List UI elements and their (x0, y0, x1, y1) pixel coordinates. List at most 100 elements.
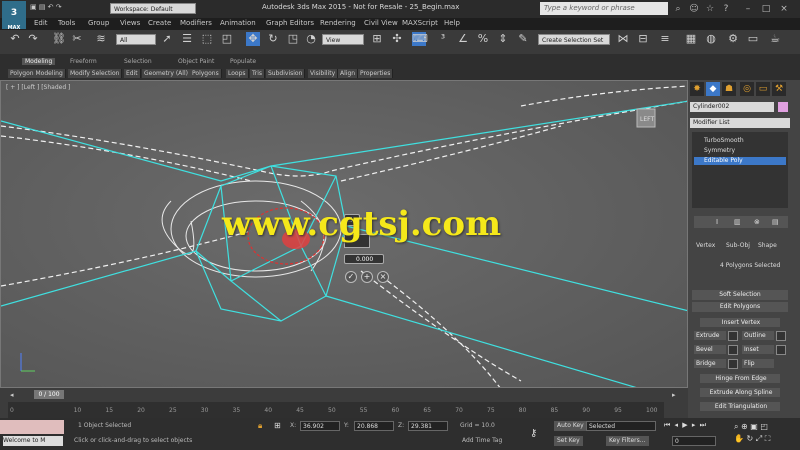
modifier-list-dropdown[interactable]: Modifier List (690, 118, 790, 128)
insert-vertex-button[interactable]: Insert Vertex (700, 318, 780, 327)
mirror-icon[interactable]: ⋈ (616, 32, 630, 46)
display-tab-icon[interactable]: ▭ (756, 82, 770, 96)
viewport-label[interactable]: [ + ] [Left ] [Shaded ] (6, 84, 70, 91)
subtab-tris[interactable]: Tris (250, 69, 266, 78)
menu-create[interactable]: Create (148, 19, 171, 27)
align-icon[interactable]: ⊟ (636, 32, 650, 46)
show-end-result-icon[interactable]: ▥ (734, 218, 741, 226)
menu-rendering[interactable]: Rendering (320, 19, 356, 27)
timeline-next-icon[interactable]: ▸ (672, 391, 676, 399)
menu-civil-view[interactable]: Civil View (364, 19, 398, 27)
scene-explorer-icon[interactable]: ▦ (684, 32, 698, 46)
edit-named-sets-icon[interactable]: ✎ (516, 32, 530, 46)
motion-tab-icon[interactable]: ◎ (740, 82, 754, 96)
selection-filter-dropdown[interactable]: All (116, 34, 156, 45)
current-frame-field[interactable]: 0 (672, 436, 716, 446)
object-color-swatch[interactable] (778, 102, 788, 112)
hierarchy-tab-icon[interactable]: ☗ (722, 82, 736, 96)
menu-graph-editors[interactable]: Graph Editors (266, 19, 314, 27)
soft-selection-rollout[interactable]: Soft Selection (692, 290, 788, 300)
caddy-amount-field[interactable]: 0.000 (344, 254, 384, 264)
binoculars-icon[interactable]: ⌕ (672, 3, 684, 15)
pivot-icon[interactable]: ⊞ (370, 32, 384, 46)
ribbon-tab-freeform[interactable]: Freeform (70, 58, 97, 65)
extrude-along-spline-button[interactable]: Extrude Along Spline (700, 388, 780, 397)
angle-snap-icon[interactable]: ∠ (456, 32, 470, 46)
move-icon[interactable]: ✥ (246, 32, 260, 46)
hinge-from-edge-button[interactable]: Hinge From Edge (700, 374, 780, 383)
menu-views[interactable]: Views (120, 19, 140, 27)
outline-button[interactable]: Outline (742, 331, 774, 340)
auto-key-button[interactable]: Auto Key (554, 421, 587, 431)
subtab-properties[interactable]: Properties (358, 69, 394, 78)
pin-stack-icon[interactable]: Ⅰ (716, 218, 718, 226)
subtab-edit[interactable]: Edit (124, 69, 141, 78)
undo-icon[interactable]: ↶ (8, 32, 22, 46)
render-frame-icon[interactable]: ▭ (746, 32, 760, 46)
subtab-loops[interactable]: Loops (226, 69, 249, 78)
keyboard-shortcut-icon[interactable]: ⌨ (412, 32, 428, 46)
caddy-apply-icon[interactable]: + (361, 271, 373, 283)
help-icon[interactable]: ? (720, 3, 732, 15)
viewport-nav-controls[interactable]: ⌕ ⊕ ▣ ◰ ✋ ↻ ⤢ ⛶ (734, 421, 798, 447)
ribbon-tab-selection[interactable]: Selection (124, 58, 152, 65)
time-slider[interactable]: 0 / 100 (34, 390, 64, 399)
window-crossing-icon[interactable]: ◰ (220, 32, 234, 46)
subtab-polygon-modeling[interactable]: Polygon Modeling (8, 69, 66, 78)
inset-button[interactable]: Inset (742, 345, 774, 354)
user-icon[interactable]: ☺ (688, 3, 700, 15)
named-selection-dropdown[interactable]: Create Selection Set (538, 34, 610, 45)
extrude-button[interactable]: Extrude (694, 331, 726, 340)
scale-icon[interactable]: ◳ (286, 32, 300, 46)
menu-tools[interactable]: Tools (58, 19, 75, 27)
extrude-settings-icon[interactable] (728, 331, 738, 341)
maxscript-listener-field[interactable] (0, 420, 64, 434)
rotate-icon[interactable]: ↻ (266, 32, 280, 46)
render-icon[interactable]: ☕ (768, 32, 782, 46)
remove-modifier-icon[interactable]: ⊗ (754, 218, 760, 226)
menu-animation[interactable]: Animation (220, 19, 256, 27)
select-object-icon[interactable]: ➚ (160, 32, 174, 46)
link-icon[interactable]: ⛓ (52, 32, 66, 46)
search-input[interactable]: Type a keyword or phrase (540, 2, 668, 15)
menu-maxscript[interactable]: MAXScript (402, 19, 438, 27)
caddy-ok-icon[interactable]: ✓ (345, 271, 357, 283)
option-sub-obj[interactable]: Sub-Obj (726, 242, 750, 249)
star-icon[interactable]: ☆ (704, 3, 716, 15)
bridge-button[interactable]: Bridge (694, 359, 726, 368)
caddy-cancel-icon[interactable]: × (377, 271, 389, 283)
workspace-dropdown[interactable]: Workspace: Default (110, 3, 196, 14)
subtab-align[interactable]: Align (338, 69, 359, 78)
create-tab-icon[interactable]: ✸ (690, 82, 704, 96)
ref-coord-dropdown[interactable]: View (322, 34, 364, 45)
edit-triangulation-button[interactable]: Edit Triangulation (700, 402, 780, 411)
bevel-settings-icon[interactable] (728, 345, 738, 355)
unlink-icon[interactable]: ✂ (70, 32, 84, 46)
subtab-modify-selection[interactable]: Modify Selection (68, 69, 123, 78)
playback-controls[interactable]: ⏮ ◂ ▶ ▸ ⏭ (664, 421, 718, 431)
snap-3d-icon[interactable]: ³ (436, 32, 450, 46)
spinner-snap-icon[interactable]: ⇕ (496, 32, 510, 46)
set-key-button[interactable]: Set Key (554, 436, 583, 446)
quick-access-icon[interactable]: ▣ ▤ ↶ ↷ (30, 3, 62, 11)
add-time-tag-button[interactable]: Add Time Tag (462, 437, 502, 444)
place-icon[interactable]: ◔ (304, 32, 318, 46)
stack-item-editable-poly[interactable]: Editable Poly (694, 157, 786, 165)
redo-icon[interactable]: ↷ (26, 32, 40, 46)
select-by-name-icon[interactable]: ☰ (180, 32, 194, 46)
lock-selection-icon[interactable]: 🔒︎ (258, 421, 262, 431)
select-manipulate-icon[interactable]: ✣ (390, 32, 404, 46)
stack-item-turbosmooth[interactable]: TurboSmooth (694, 137, 786, 145)
ribbon-tab-populate[interactable]: Populate (230, 58, 256, 65)
utilities-tab-icon[interactable]: ⚒ (772, 82, 786, 96)
menu-group[interactable]: Group (88, 19, 109, 27)
app-menu-button[interactable]: 3 MAX (2, 1, 26, 31)
menu-modifiers[interactable]: Modifiers (180, 19, 212, 27)
rect-selection-icon[interactable]: ⬚ (200, 32, 214, 46)
ribbon-tab-modeling[interactable]: Modeling (22, 58, 56, 65)
y-coordinate-field[interactable]: 20.868 (354, 421, 394, 431)
key-filters-button[interactable]: Key Filters... (606, 436, 649, 446)
percent-snap-icon[interactable]: % (476, 32, 490, 46)
bridge-settings-icon[interactable] (728, 359, 738, 369)
edit-polygons-rollout[interactable]: Edit Polygons (692, 302, 788, 312)
